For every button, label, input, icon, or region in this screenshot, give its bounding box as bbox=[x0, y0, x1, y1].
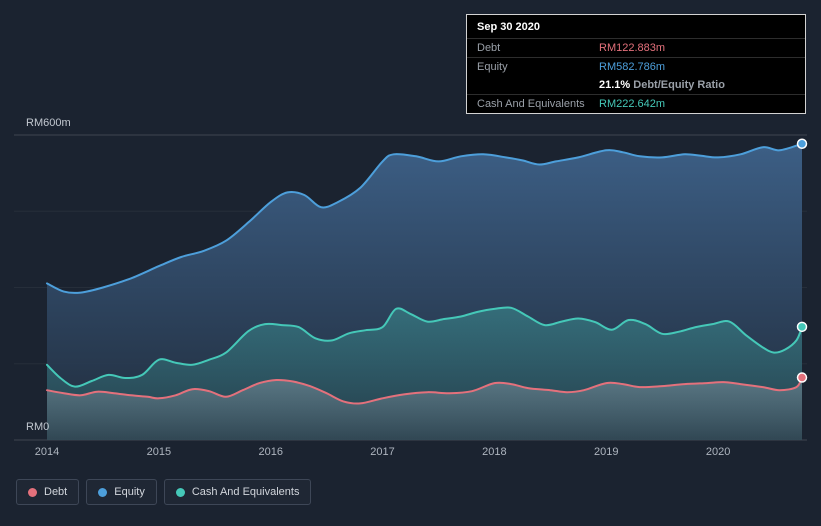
tooltip-cash-value: RM222.642m bbox=[599, 98, 666, 110]
debt-dot-icon bbox=[28, 487, 37, 497]
x-axis: 2014 2015 2016 2017 2018 2019 2020 bbox=[0, 446, 821, 462]
x-axis-label: 2015 bbox=[146, 446, 172, 458]
x-axis-label: 2014 bbox=[34, 446, 60, 458]
legend-item-equity[interactable]: Equity bbox=[86, 479, 157, 505]
tooltip-equity-row: Equity RM582.786m bbox=[467, 57, 805, 76]
legend-item-debt[interactable]: Debt bbox=[16, 479, 80, 505]
tooltip: Sep 30 2020 Debt RM122.883m Equity RM582… bbox=[466, 14, 806, 114]
equity-dot-icon bbox=[98, 487, 108, 497]
tooltip-equity-value: RM582.786m bbox=[599, 61, 666, 73]
x-axis-label: 2019 bbox=[594, 446, 619, 458]
tooltip-ratio-label: Debt/Equity Ratio bbox=[630, 79, 725, 91]
tooltip-equity-label: Equity bbox=[477, 61, 508, 73]
tooltip-debt-value: RM122.883m bbox=[599, 42, 666, 54]
x-axis-label: 2020 bbox=[705, 446, 731, 458]
tooltip-debt-row: Debt RM122.883m bbox=[467, 38, 805, 57]
legend-item-cash[interactable]: Cash And Equivalents bbox=[163, 479, 312, 505]
cash-dot-icon bbox=[175, 487, 185, 497]
tooltip-date: Sep 30 2020 bbox=[477, 21, 540, 33]
tooltip-ratio-row: 21.1% Debt/Equity Ratio bbox=[467, 76, 805, 94]
legend: Debt Equity Cash And Equivalents bbox=[16, 479, 312, 505]
x-axis-label: 2017 bbox=[370, 446, 395, 458]
tooltip-cash-label: Cash And Equivalents bbox=[477, 98, 585, 110]
tooltip-cash-row: Cash And Equivalents RM222.642m bbox=[467, 94, 805, 113]
x-axis-label: 2016 bbox=[258, 446, 283, 458]
chart-panel: RM600m RM0 2014 2015 2016 2017 2018 2019 2020 … bbox=[0, 0, 821, 526]
legend-equity-label: Equity bbox=[114, 486, 145, 498]
tooltip-ratio-value: 21.1% bbox=[599, 79, 631, 91]
y-axis-label-bottom: RM0 bbox=[26, 421, 50, 433]
legend-cash-label: Cash And Equivalents bbox=[191, 486, 300, 498]
legend-debt-label: Debt bbox=[44, 486, 68, 498]
tooltip-debt-label: Debt bbox=[477, 42, 501, 54]
y-axis-label-top: RM600m bbox=[26, 117, 71, 129]
x-axis-label: 2018 bbox=[482, 446, 507, 458]
